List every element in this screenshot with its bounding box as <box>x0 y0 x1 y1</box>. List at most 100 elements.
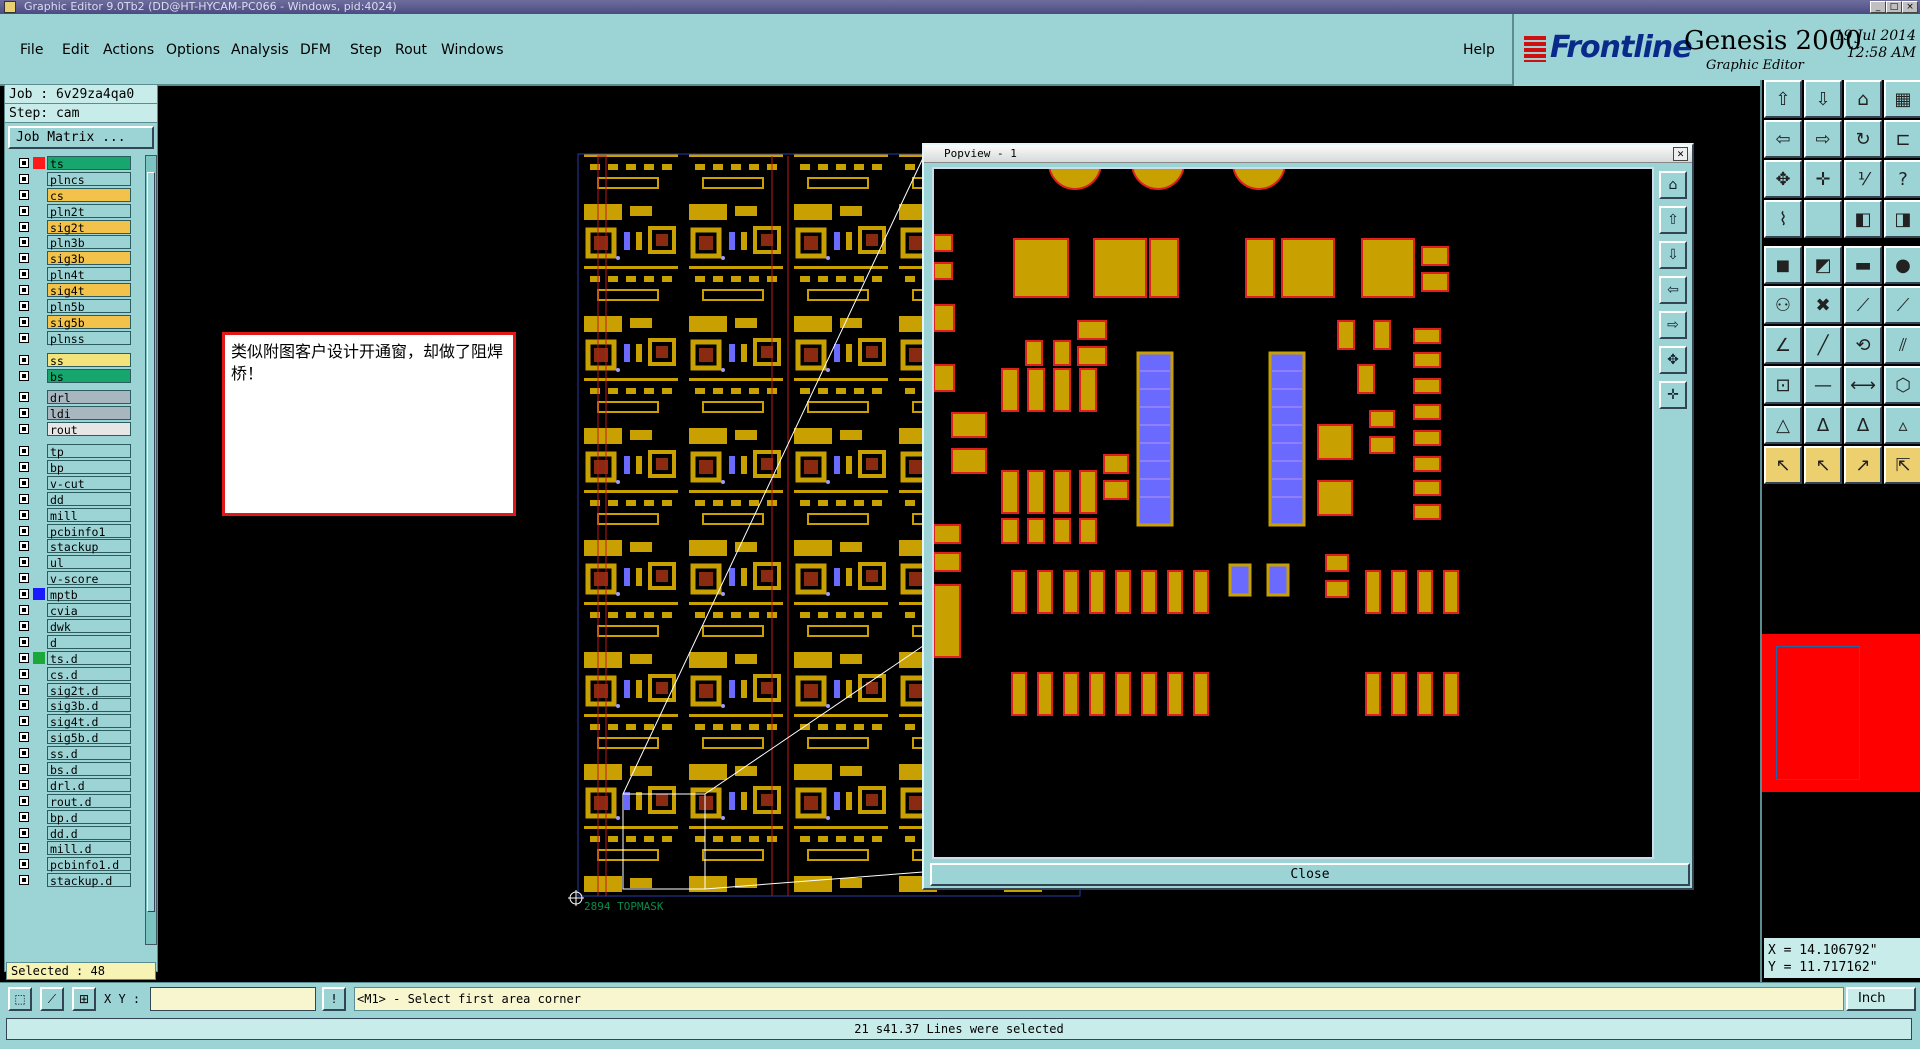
layers-red-icon[interactable]: ◧ <box>1844 200 1882 238</box>
layer-row[interactable]: sig2t <box>11 219 131 235</box>
popview-pan-right-icon[interactable]: ⇨ <box>1659 311 1687 339</box>
layer-row[interactable]: bp.d <box>11 809 131 825</box>
layer-row[interactable]: cs.d <box>11 666 131 682</box>
layer-checkbox[interactable] <box>19 605 29 616</box>
layer-row[interactable]: mill <box>11 507 131 523</box>
layer-checkbox[interactable] <box>19 462 29 473</box>
layer-name[interactable]: v-score <box>47 571 131 586</box>
grid-view-icon[interactable]: ▦ <box>1884 80 1920 118</box>
layer-checkbox[interactable] <box>19 525 29 536</box>
pointer-snap-icon[interactable]: ⇱ <box>1884 446 1920 484</box>
cross-icon[interactable]: ✖ <box>1804 286 1842 324</box>
dimension-icon[interactable]: ⟷ <box>1844 366 1882 404</box>
zoom-out-icon[interactable]: ⇩ <box>1804 80 1842 118</box>
layer-checkbox[interactable] <box>19 668 29 679</box>
layer-row[interactable]: sig5b <box>11 314 131 330</box>
layer-name[interactable]: ss <box>47 352 131 368</box>
layer-row[interactable]: bs.d <box>11 761 131 777</box>
layer-row[interactable]: v-score <box>11 570 131 586</box>
layer-row[interactable]: stackup <box>11 538 131 554</box>
layer-name[interactable]: sig2t.d <box>47 682 131 698</box>
layer-checkbox[interactable] <box>19 205 29 216</box>
popview-center-icon[interactable]: ✛ <box>1659 381 1687 409</box>
minimize-button[interactable]: _ <box>1870 1 1886 13</box>
scroll-thumb[interactable] <box>147 172 155 912</box>
layer-name[interactable]: bs <box>47 368 131 384</box>
popview-pan-left-icon[interactable]: ⇦ <box>1659 276 1687 304</box>
layer-row[interactable]: bs <box>11 368 131 384</box>
triangle-a-icon[interactable]: Δ <box>1804 406 1842 444</box>
layer-name[interactable]: dd <box>47 491 131 507</box>
layer-row[interactable]: dd.d <box>11 825 131 841</box>
layer-checkbox[interactable] <box>19 620 29 631</box>
layer-checkbox[interactable] <box>19 301 29 312</box>
layer-name[interactable]: drl.d <box>47 777 131 793</box>
layer-name[interactable]: pln3b <box>47 235 131 250</box>
layer-name[interactable]: mptb <box>47 587 131 602</box>
layer-checkbox[interactable] <box>19 716 29 727</box>
layer-checkbox[interactable] <box>19 748 29 759</box>
layer-checkbox[interactable] <box>19 652 29 663</box>
scale-icon[interactable]: ⅟ <box>1844 160 1882 198</box>
layer-name[interactable]: v-cut <box>47 475 131 491</box>
layer-name[interactable]: pln5b <box>47 299 131 314</box>
layer-row[interactable]: rout.d <box>11 793 131 809</box>
layer-row[interactable]: pln2t <box>11 203 131 219</box>
layer-row[interactable]: sig5b.d <box>11 729 131 745</box>
popview-close-button[interactable]: Close <box>930 863 1690 886</box>
layer-row[interactable]: bp <box>11 459 131 475</box>
layer-checkbox[interactable] <box>19 189 29 200</box>
layer-row[interactable]: plncs <box>11 171 131 187</box>
layer-row[interactable]: pln4t <box>11 266 131 282</box>
arc-icon[interactable]: ⟲ <box>1844 326 1882 364</box>
layer-row[interactable]: sig3b.d <box>11 697 131 713</box>
layer-checkbox[interactable] <box>19 732 29 743</box>
pan-right-icon[interactable]: ⇨ <box>1804 120 1842 158</box>
layer-row[interactable]: mptb <box>11 586 131 602</box>
layer-row[interactable]: rout <box>11 421 131 437</box>
layer-row[interactable]: pln5b <box>11 298 131 314</box>
layer-name[interactable]: plnss <box>47 330 131 346</box>
layer-name[interactable]: sig3b.d <box>47 698 131 713</box>
layer-name[interactable]: ts.d <box>47 650 131 666</box>
layer-name[interactable]: dwk <box>47 618 131 634</box>
layer-row[interactable]: sig4t <box>11 282 131 298</box>
layer-row[interactable]: ul <box>11 554 131 570</box>
xy-input[interactable] <box>150 987 316 1011</box>
layer-row[interactable]: ss.d <box>11 745 131 761</box>
layer-checkbox[interactable] <box>19 493 29 504</box>
layer-row[interactable]: dd <box>11 491 131 507</box>
layer-row[interactable]: cvia <box>11 602 131 618</box>
layer-row[interactable]: ts.d <box>11 650 131 666</box>
menu-options[interactable]: Options <box>166 42 220 58</box>
connect-icon[interactable]: ⚇ <box>1764 286 1802 324</box>
popview-zoom-out-icon[interactable]: ⇩ <box>1659 241 1687 269</box>
layer-checkbox[interactable] <box>19 779 29 790</box>
layer-checkbox[interactable] <box>19 509 29 520</box>
layer-row[interactable]: dwk <box>11 618 131 634</box>
layer-name[interactable]: drl <box>47 390 131 405</box>
line-connect-icon[interactable]: ⟋ <box>1844 286 1882 324</box>
line-add-icon[interactable]: — <box>1804 366 1842 404</box>
triangle-icon[interactable]: △ <box>1764 406 1802 444</box>
blank-tool-icon[interactable] <box>1804 200 1842 238</box>
close-window-button[interactable]: × <box>1902 1 1918 13</box>
layer-checkbox[interactable] <box>19 763 29 774</box>
ruler-icon[interactable]: ▬ <box>1844 246 1882 284</box>
info-button[interactable]: ! <box>322 987 346 1011</box>
layer-name[interactable]: sig5b <box>47 314 131 330</box>
grid-mode-icon[interactable]: ⊞ <box>72 987 96 1011</box>
layer-checkbox[interactable] <box>19 237 29 248</box>
pointer-select-icon[interactable]: ↖ <box>1804 446 1842 484</box>
select-pad-icon[interactable]: ◼ <box>1764 246 1802 284</box>
layer-row[interactable]: pcbinfo1 <box>11 523 131 539</box>
layer-scrollbar[interactable] <box>145 155 157 945</box>
parallel-icon[interactable]: ⫽ <box>1884 326 1920 364</box>
layer-name[interactable]: ss.d <box>47 746 131 761</box>
select-area-icon[interactable]: ◩ <box>1804 246 1842 284</box>
layer-checkbox[interactable] <box>19 827 29 838</box>
layer-name[interactable]: bs.d <box>47 761 131 777</box>
menu-actions[interactable]: Actions <box>103 42 154 58</box>
layer-checkbox[interactable] <box>19 795 29 806</box>
layer-checkbox[interactable] <box>19 332 29 343</box>
